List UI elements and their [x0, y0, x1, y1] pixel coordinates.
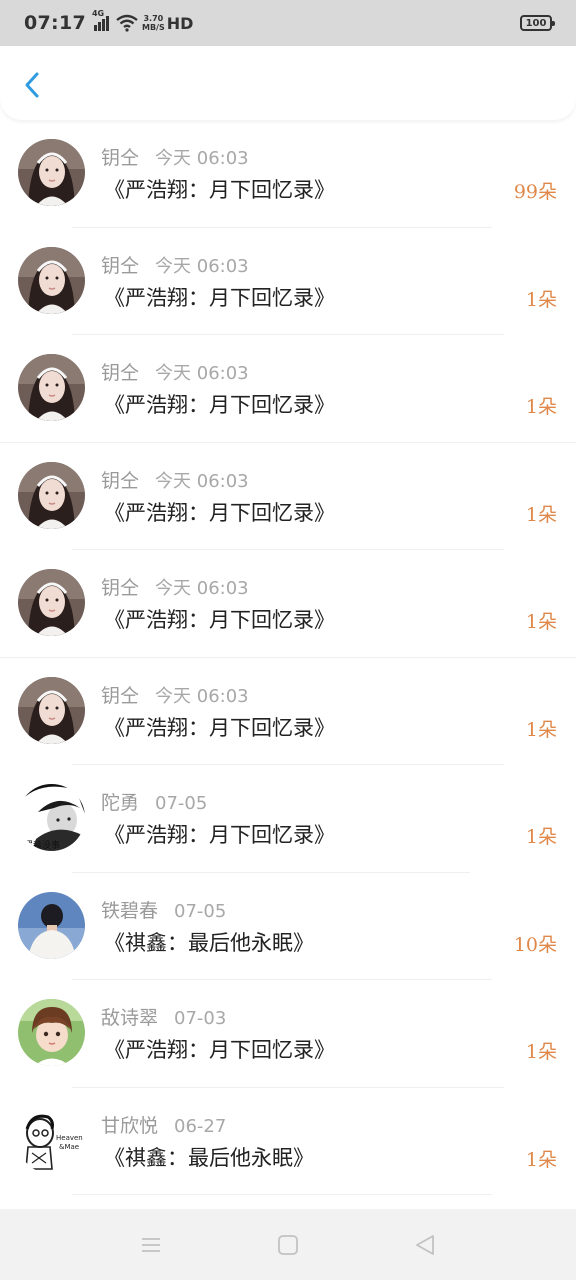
book-title: 《严浩翔：月下回忆录》 — [104, 500, 335, 525]
svg-text:Heaven: Heaven — [56, 1134, 83, 1142]
sender-name: 钥仝 — [101, 147, 140, 169]
flower-count: 1朵 — [525, 288, 557, 311]
row-meta: 铁碧春 07-05 — [101, 896, 226, 923]
send-time: 06-27 — [174, 1115, 227, 1137]
header — [0, 46, 576, 120]
back-triangle-icon[interactable] — [413, 1233, 437, 1257]
speed-unit: MB/S — [141, 23, 165, 32]
book-title: 《严浩翔：月下回忆录》 — [104, 715, 335, 740]
status-bar: 07:17 4G 3.70 MB/S HD 100 — [0, 0, 576, 46]
send-time: 今天 06:03 — [155, 578, 249, 599]
list-item[interactable]: 罗装没事 陀勇 07-05 《严浩翔：月下回忆录》 1朵 — [0, 765, 576, 873]
list-item[interactable]: 钥仝 今天 06:03 《严浩翔：月下回忆录》 99朵 — [0, 120, 576, 228]
avatar-girl-photo[interactable] — [18, 354, 85, 421]
row-divider — [72, 1194, 492, 1195]
gift-record-list: 钥仝 今天 06:03 《严浩翔：月下回忆录》 99朵 钥仝 今天 06:03 … — [0, 120, 576, 1195]
flower-count: 1朵 — [525, 1041, 557, 1063]
wifi-icon — [116, 14, 138, 32]
row-meta: 钥仝 今天 06:03 — [101, 358, 249, 385]
send-time: 07-05 — [174, 900, 227, 922]
row-meta: 陀勇 07-05 — [101, 788, 207, 815]
battery-level: 100 — [525, 17, 547, 29]
home-square-icon[interactable] — [276, 1233, 300, 1257]
book-title: 《严浩翔：月下回忆录》 — [104, 178, 335, 202]
book-title: 《严浩翔：月下回忆录》 — [104, 285, 335, 310]
menu-icon[interactable] — [139, 1233, 163, 1257]
book-title: 《祺鑫：最后他永眠》 — [104, 1145, 314, 1170]
send-time: 今天 06:03 — [155, 363, 249, 384]
list-item[interactable]: 钥仝 今天 06:03 《严浩翔：月下回忆录》 1朵 — [0, 657, 576, 765]
sender-name: 陀勇 — [101, 792, 140, 814]
sender-name: 钥仝 — [101, 684, 140, 707]
avatar-girl-photo[interactable] — [18, 139, 85, 206]
list-item[interactable]: 钥仝 今天 06:03 《严浩翔：月下回忆录》 1朵 — [0, 335, 576, 443]
list-item[interactable]: 钥仝 今天 06:03 《严浩翔：月下回忆录》 1朵 — [0, 442, 576, 550]
avatar-bw-portrait[interactable]: 罗装没事 — [18, 784, 85, 851]
flower-count: 1朵 — [525, 396, 557, 418]
list-item[interactable]: 钥仝 今天 06:03 《严浩翔：月下回忆录》 1朵 — [0, 227, 576, 335]
send-time: 今天 06:03 — [155, 470, 249, 492]
book-title: 《严浩翔：月下回忆录》 — [104, 393, 335, 417]
flower-count: 99朵 — [513, 181, 557, 203]
flower-count: 1朵 — [525, 503, 557, 526]
row-meta: 钥仝 今天 06:03 — [101, 143, 249, 170]
row-meta: 钥仝 今天 06:03 — [101, 251, 249, 278]
avatar-girl-photo[interactable] — [18, 246, 85, 314]
list-item[interactable]: Heaven &Mae 甘欣悦 06-27 《祺鑫：最后他永眠》 1朵 — [0, 1087, 576, 1195]
sender-name: 敌诗翠 — [101, 1007, 159, 1029]
hd-indicator: HD — [166, 13, 194, 33]
svg-text:罗装没事: 罗装没事 — [24, 839, 60, 851]
screen: 07:17 4G 3.70 MB/S HD 100 钥仝 今天 06:03 《严… — [0, 0, 576, 1280]
avatar-back-view[interactable] — [18, 891, 85, 959]
flower-count: 1朵 — [525, 611, 557, 633]
list-item[interactable]: 铁碧春 07-05 《祺鑫：最后他永眠》 10朵 — [0, 872, 576, 980]
status-time: 07:17 — [24, 12, 86, 34]
book-title: 《严浩翔：月下回忆录》 — [104, 823, 335, 847]
sender-name: 甘欣悦 — [101, 1114, 159, 1137]
avatar-girl-photo[interactable] — [18, 569, 85, 636]
book-title: 《严浩翔：月下回忆录》 — [104, 608, 335, 632]
sender-name: 钥仝 — [101, 254, 140, 277]
flower-count: 1朵 — [525, 826, 557, 848]
book-title: 《严浩翔：月下回忆录》 — [104, 1038, 335, 1062]
send-time: 今天 06:03 — [155, 255, 249, 277]
chevron-left-icon[interactable] — [18, 68, 48, 102]
row-meta: 敌诗翠 07-03 — [101, 1003, 226, 1030]
speed-value: 3.70 — [143, 14, 164, 23]
row-meta: 钥仝 今天 06:03 — [101, 466, 249, 493]
avatar-girl-photo[interactable] — [18, 676, 85, 744]
sender-name: 钥仝 — [101, 469, 140, 492]
signal-icon: 4G — [92, 9, 110, 31]
list-item[interactable]: 敌诗翠 07-03 《严浩翔：月下回忆录》 1朵 — [0, 980, 576, 1088]
flower-count: 1朵 — [525, 718, 557, 741]
list-item[interactable]: 钥仝 今天 06:03 《严浩翔：月下回忆录》 1朵 — [0, 550, 576, 658]
book-title: 《祺鑫：最后他永眠》 — [104, 930, 314, 955]
send-time: 07-03 — [174, 1008, 227, 1029]
sender-name: 钥仝 — [101, 577, 140, 599]
avatar-girl-photo[interactable] — [18, 461, 85, 529]
row-meta: 钥仝 今天 06:03 — [101, 573, 249, 600]
send-time: 07-05 — [155, 793, 208, 814]
sender-name: 铁碧春 — [101, 899, 159, 922]
flower-count: 10朵 — [513, 933, 557, 956]
system-nav-bar — [0, 1209, 576, 1280]
row-meta: 甘欣悦 06-27 — [101, 1111, 226, 1138]
sender-name: 钥仝 — [101, 362, 140, 384]
network-speed: 3.70 MB/S — [142, 14, 165, 32]
svg-text:&Mae: &Mae — [59, 1143, 79, 1151]
network-type: 4G — [91, 9, 105, 18]
send-time: 今天 06:03 — [155, 148, 249, 169]
send-time: 今天 06:03 — [155, 685, 249, 707]
battery-icon: 100 — [520, 15, 555, 31]
avatar-cartoon-boy[interactable] — [18, 999, 85, 1066]
row-meta: 钥仝 今天 06:03 — [101, 681, 249, 708]
avatar-sketch[interactable]: Heaven &Mae — [18, 1106, 85, 1174]
flower-count: 1朵 — [525, 1148, 557, 1171]
